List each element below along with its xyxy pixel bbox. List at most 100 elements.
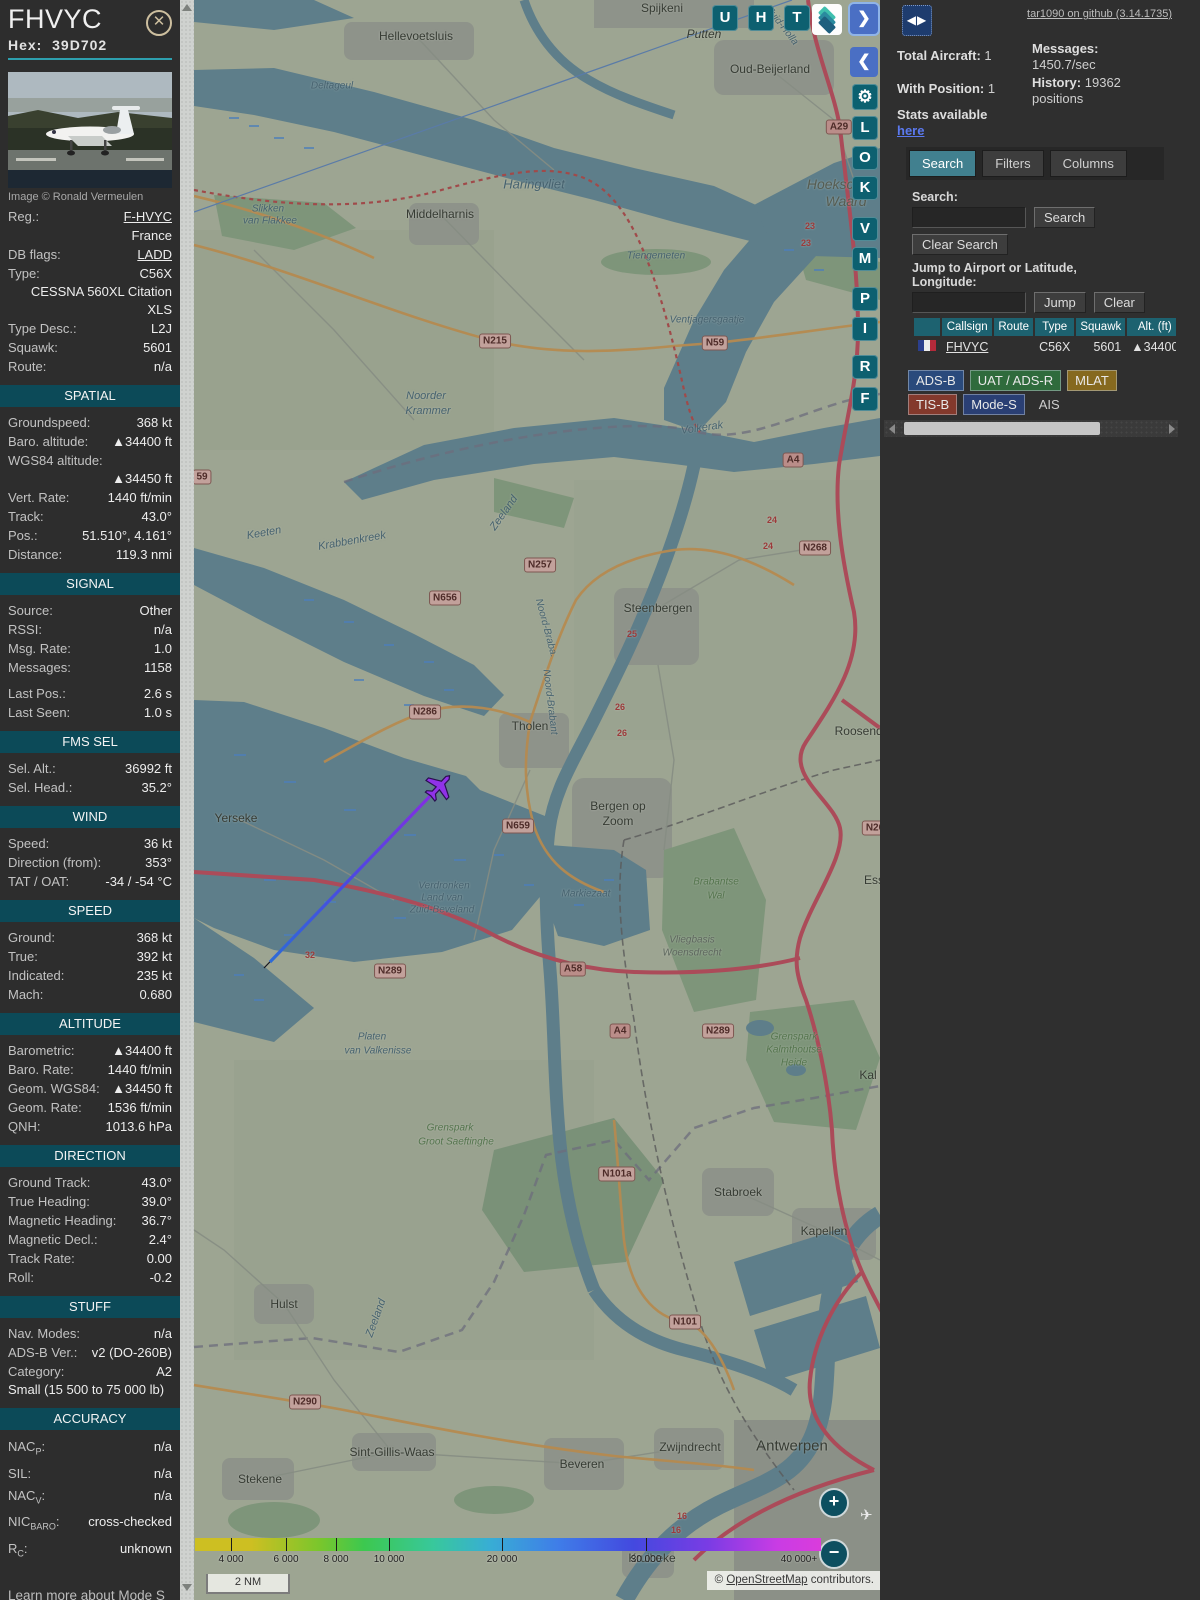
stats-here-link[interactable]: here: [897, 123, 924, 138]
badge-mode-s[interactable]: Mode-S: [963, 394, 1025, 415]
row-value-link[interactable]: LADD: [137, 245, 172, 264]
table-horizontal-scrollbar[interactable]: [884, 420, 1178, 437]
panel-scrollbar[interactable]: [180, 0, 194, 1600]
jump-input[interactable]: [912, 292, 1026, 313]
cell-flag: [914, 338, 940, 356]
callsign-link[interactable]: FHVYC: [946, 340, 988, 354]
history-suffix: positions: [1032, 91, 1084, 106]
with-position-stat: With Position: 1: [897, 81, 995, 96]
clear-search-button[interactable]: Clear Search: [912, 234, 1008, 255]
hscroll-left-arrow[interactable]: [889, 424, 895, 434]
hex-code: Hex: 39D702: [8, 37, 172, 53]
data-row: Speed: 36 kt: [0, 834, 180, 853]
row-value: unknown: [119, 1540, 172, 1556]
hscroll-thumb[interactable]: [904, 422, 1100, 435]
scrollbar-down-arrow[interactable]: [182, 1584, 192, 1591]
sidebar-toggle-icon[interactable]: ◀▶: [902, 5, 932, 36]
aircraft-info-panel: FHVYC ✕ Hex: 39D702 Image © Ronald Verme…: [0, 0, 180, 1600]
column-header-route[interactable]: Route: [994, 318, 1034, 336]
badge-tis-b[interactable]: TIS-B: [908, 394, 958, 415]
table-row[interactable]: FHVYC C56X 5601 ▲34400: [914, 338, 1176, 356]
badge-ais[interactable]: AIS: [1031, 394, 1068, 415]
map-shortcut-p[interactable]: P: [852, 287, 878, 311]
data-row: Baro. altitude: ▲34400 ft: [0, 432, 180, 451]
scrollbar-up-arrow[interactable]: [182, 4, 192, 11]
map-shortcut-i[interactable]: I: [852, 317, 878, 341]
messages-value-line: 1450.7/sec: [1032, 57, 1096, 72]
with-position-label: With Position:: [897, 81, 985, 96]
badge-ads-b[interactable]: ADS-B: [908, 370, 964, 391]
map-button-h[interactable]: H: [748, 5, 774, 31]
data-row: Geom. Rate: 1536 ft/min: [0, 1098, 180, 1117]
panel-footer-note: Learn more about Mode S data type by hov…: [8, 1588, 165, 1600]
github-link[interactable]: tar1090 on github (3.14.1735): [1027, 8, 1172, 20]
badge-uat-ads-r[interactable]: UAT / ADS-R: [969, 370, 1062, 391]
badge-mlat[interactable]: MLAT: [1067, 370, 1117, 391]
zoom-in-button[interactable]: +: [819, 1488, 849, 1518]
search-input[interactable]: [912, 207, 1026, 228]
map-base-art: [194, 0, 880, 1600]
section-header-accuracy: ACCURACY: [0, 1408, 180, 1430]
row-value-link[interactable]: F-HVYC: [124, 207, 172, 226]
data-row: Sel. Alt.: 36992 ft: [0, 759, 180, 778]
data-row: NACP: n/a: [0, 1436, 180, 1463]
row-value: n/a: [153, 359, 172, 374]
row-label: Magnetic Heading:: [8, 1213, 117, 1228]
data-row: Sel. Head.: 35.2°: [0, 778, 180, 797]
row-label: Source:: [8, 603, 53, 618]
row-label: Mach:: [8, 987, 44, 1002]
map-shortcut-f[interactable]: F: [852, 387, 878, 411]
jump-button[interactable]: Jump: [1034, 292, 1086, 313]
close-icon[interactable]: ✕: [146, 10, 172, 36]
map-shortcut-m[interactable]: M: [852, 247, 878, 271]
row-value: 1.0 s: [143, 705, 172, 720]
row-value: ▲34400 ft: [112, 1043, 172, 1058]
column-header-squawk[interactable]: Squawk: [1076, 318, 1126, 336]
row-value: 1536 ft/min: [107, 1100, 172, 1115]
row-value: 0.680: [139, 987, 172, 1002]
map-canvas[interactable]: Spijkeni Putten Hellevoetsluis Oud-Beijerla…: [194, 0, 880, 1600]
prev-aircraft-button[interactable]: ❮: [850, 47, 878, 77]
map-button-u[interactable]: U: [712, 5, 738, 31]
map-shortcut-v[interactable]: V: [852, 217, 878, 241]
next-aircraft-button[interactable]: ❯: [850, 4, 878, 34]
row-label: DB flags:: [8, 247, 61, 262]
stats-available-label: Stats available: [897, 107, 987, 122]
tab-search[interactable]: Search: [909, 150, 977, 177]
with-position-value: 1: [987, 81, 996, 96]
column-header-alt-ft-[interactable]: Alt. (ft): [1127, 318, 1176, 336]
map-button-t[interactable]: T: [784, 5, 810, 31]
map-shortcut-r[interactable]: R: [852, 355, 878, 379]
search-button[interactable]: Search: [1034, 207, 1096, 228]
aircraft-photo[interactable]: [8, 72, 172, 188]
hscroll-right-arrow[interactable]: [1169, 424, 1175, 434]
follow-aircraft-icon[interactable]: ✈: [860, 1506, 873, 1524]
column-header-flag[interactable]: [914, 318, 940, 336]
messages-value: 1450.7/sec: [1032, 57, 1096, 72]
row-label: WGS84 altitude:: [8, 453, 103, 468]
row-value: -34 / -54 °C: [105, 874, 172, 889]
layers-icon[interactable]: [812, 4, 842, 35]
data-row: Track Rate: 0.00: [0, 1249, 180, 1268]
row-value: 0.00: [146, 1251, 172, 1266]
data-row: Reg.: F-HVYC: [0, 207, 180, 226]
map-shortcut-o[interactable]: O: [852, 146, 878, 170]
section-body: NACP: n/a SIL: n/a NACV: n/a NICBARO: cross-che…: [0, 1436, 180, 1564]
column-header-callsign[interactable]: Callsign: [942, 318, 993, 336]
tab-columns[interactable]: Columns: [1049, 150, 1127, 177]
section-header-altitude: ALTITUDE: [0, 1013, 180, 1035]
row-value: 1.0: [153, 641, 172, 656]
settings-gear-icon[interactable]: ⚙: [852, 84, 878, 110]
map-shortcut-k[interactable]: K: [852, 176, 878, 200]
column-header-type[interactable]: Type: [1035, 318, 1075, 336]
row-label: Reg.:: [8, 209, 40, 224]
row-label: Direction (from):: [8, 855, 102, 870]
map-shortcut-l[interactable]: L: [852, 116, 878, 140]
row-value: L2J: [151, 321, 172, 336]
data-row: Groundspeed: 368 kt: [0, 413, 180, 432]
teal-divider: [8, 58, 172, 60]
jump-clear-button[interactable]: Clear: [1093, 292, 1145, 313]
zoom-out-button[interactable]: −: [819, 1539, 849, 1569]
osm-link[interactable]: OpenStreetMap: [726, 1574, 807, 1586]
tab-filters[interactable]: Filters: [982, 150, 1044, 177]
